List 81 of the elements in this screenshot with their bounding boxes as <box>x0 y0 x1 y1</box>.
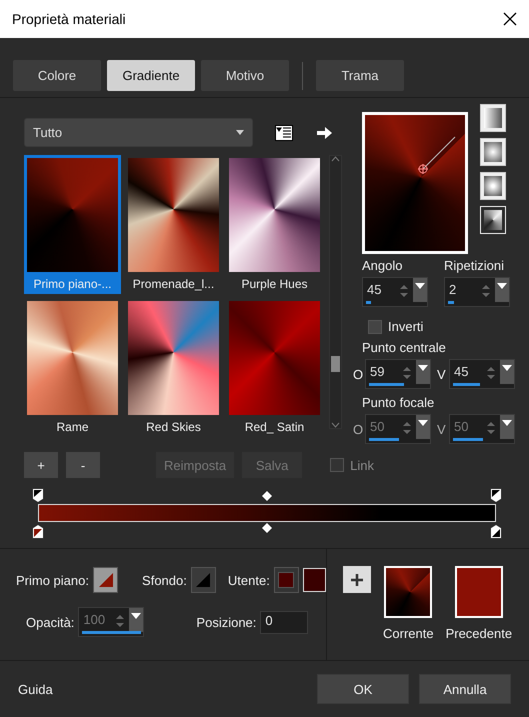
caret-icon <box>497 283 507 289</box>
current-gradient-swatch <box>384 566 432 618</box>
caret-icon <box>415 283 425 289</box>
style-button[interactable] <box>480 172 506 200</box>
action-button[interactable]: - <box>66 452 100 478</box>
coordinate-spinner[interactable]: 59 <box>365 359 431 389</box>
background-swatch[interactable] <box>190 567 216 593</box>
tab[interactable]: Colore <box>13 60 101 91</box>
foreground-label: Primo piano: <box>16 572 89 588</box>
caret-icon <box>418 365 428 371</box>
scrollbar[interactable] <box>329 155 342 429</box>
stop-marker-icon[interactable] <box>32 524 44 539</box>
arrow-right-icon[interactable] <box>317 126 333 140</box>
dropdown-button[interactable] <box>495 278 509 302</box>
tab[interactable]: Gradiente <box>107 60 195 91</box>
gradient-swatch[interactable] <box>125 155 222 275</box>
category-dropdown[interactable]: Tutto <box>24 118 253 147</box>
tab[interactable]: Trama <box>316 60 404 91</box>
center-point-label: Punto centrale <box>362 340 447 355</box>
center-handle-icon[interactable] <box>417 135 457 175</box>
ok-button[interactable]: OK <box>317 674 409 704</box>
plus-icon <box>350 572 364 586</box>
background-label: Sfondo: <box>142 572 187 588</box>
focal-point-label: Punto focale <box>362 395 436 410</box>
gradient-name: Primo piano-... <box>24 275 121 294</box>
caret-icon <box>236 130 244 135</box>
gradient-swatch[interactable] <box>226 298 323 418</box>
gradient-swatch[interactable] <box>24 155 121 275</box>
library-icon[interactable] <box>275 124 293 140</box>
dropdown-button[interactable] <box>413 278 427 302</box>
gradient-name: Promenade_l... <box>132 276 216 293</box>
axis-label: O <box>353 366 362 382</box>
opacity-label: Opacità: <box>26 614 74 630</box>
action-button[interactable]: + <box>24 452 58 478</box>
caret-icon <box>131 613 142 619</box>
stop-marker-icon[interactable] <box>32 488 44 503</box>
foreground-swatch[interactable] <box>92 567 118 593</box>
coordinate-spinner[interactable]: 45 <box>449 359 515 389</box>
gradient-name: Red_ Satin <box>244 419 306 436</box>
position-label: Posizione: <box>196 614 256 630</box>
add-button[interactable] <box>343 566 371 593</box>
style-button[interactable] <box>480 104 506 132</box>
link-label: Link <box>350 458 374 472</box>
midpoint-icon[interactable] <box>261 490 273 502</box>
gradient-name: Rame <box>55 419 90 436</box>
position-field[interactable]: 0 <box>260 610 308 634</box>
user-color-swatch[interactable] <box>302 568 326 592</box>
previous-label: Precedente <box>446 626 512 641</box>
invert-label: Inverti <box>388 319 424 334</box>
previous-color-swatch <box>454 566 503 618</box>
axis-label: V <box>437 366 446 382</box>
axis-label: O <box>353 422 362 436</box>
dropdown-button[interactable] <box>416 360 430 384</box>
repeats-spinner[interactable]: 2 <box>444 277 510 307</box>
gradient-swatch[interactable] <box>125 298 222 418</box>
tab[interactable]: Motivo <box>201 60 289 91</box>
gradient-swatch[interactable] <box>24 298 121 418</box>
cancel-button[interactable]: Annulla <box>419 674 511 704</box>
angle-spinner[interactable]: 45 <box>362 277 428 307</box>
caret-icon <box>418 420 428 426</box>
gradient-name: Purple Hues <box>240 276 309 293</box>
axis-label: V <box>437 422 446 436</box>
invert-checkbox[interactable] <box>368 320 382 334</box>
caret-icon <box>502 420 512 426</box>
user-swatch[interactable] <box>274 567 299 593</box>
gradient-name: Red Skies <box>145 419 202 436</box>
window-title: Proprietà materiali <box>12 11 126 27</box>
close-icon[interactable] <box>503 12 517 26</box>
gradient-swatch[interactable] <box>226 155 323 275</box>
caret-icon <box>502 365 512 371</box>
stop-marker-icon[interactable] <box>490 524 502 539</box>
angle-label: Angolo <box>362 258 404 273</box>
user-label: Utente: <box>228 572 270 588</box>
scroll-up-icon[interactable] <box>331 156 340 162</box>
stop-marker-icon[interactable] <box>490 488 502 503</box>
scroll-down-icon[interactable] <box>331 422 340 428</box>
scroll-thumb[interactable] <box>331 356 340 372</box>
help-link[interactable]: Guida <box>18 682 53 696</box>
current-label: Corrente <box>383 626 434 641</box>
repeats-label: Ripetizioni <box>444 258 505 273</box>
dropdown-button[interactable] <box>500 360 514 384</box>
